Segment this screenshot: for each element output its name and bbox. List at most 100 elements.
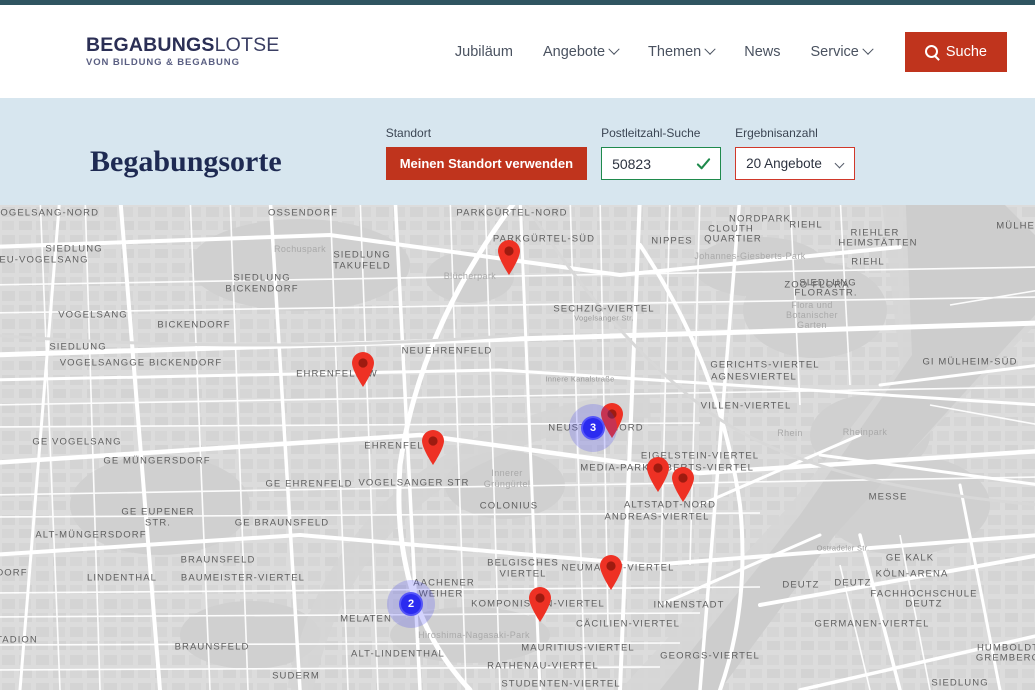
main-navigation: Jubiläum Angebote Themen News Service Su… [440,32,1007,72]
map-area-label: GEORGS-VIERTEL [660,651,760,662]
map-area-label: Rochuspark [274,244,326,254]
nav-item-label: Jubiläum [455,44,513,60]
zip-input-wrapper[interactable] [601,147,721,180]
map-area-label: Vogelsanger Str. [574,314,634,323]
marker-ehrenfeld[interactable] [420,429,446,465]
map-area-label: DEUTZ [905,599,942,610]
map-area-label: ALT-MÜNGERSDORF [35,530,146,541]
map-area-label: TAKUFELD [333,261,391,272]
map-area-label: BRAUNSFELD [175,642,250,653]
map-area-label: SIEDLUNG [333,250,390,261]
check-icon [696,156,711,171]
map-area-label: GE MÜNGERSDORF [103,456,210,467]
map-area-label: SIEDLUNG [45,244,102,255]
chevron-down-icon [608,43,619,54]
nav-item-service[interactable]: Service [796,36,887,68]
cluster-aachener-weiher[interactable]: 2 [387,580,435,628]
nav-item-jubilaeum[interactable]: Jubiläum [440,36,528,68]
map-area-label: DEUTZ [834,578,871,589]
map-area-label: MAURITIUS-VIERTEL [521,643,635,654]
map-area-label: MEDIA-PARK [580,463,649,474]
map-area-label: BICKENDORF [157,320,230,331]
location-field: Standort Meinen Standort verwenden [386,126,587,180]
map-area-label: SIEDLUNG [931,678,988,689]
zip-input[interactable] [612,156,692,172]
map-area-label: DEUTZ [782,580,819,591]
nav-item-label: Themen [648,44,701,60]
zip-field: Postleitzahl-Suche [601,126,721,180]
nav-item-label: Angebote [543,44,605,60]
map-tiles [0,205,1035,690]
map-area-label: STR. [145,518,171,529]
result-count-select[interactable]: 20 Angebote [735,147,855,180]
map-area-label: Grüngürtel [484,479,531,489]
map-area-label: QUARTIER [704,234,762,245]
site-header: BEGABUNGSLOTSE VON BILDUNG & BEGABUNG Ju… [0,5,1035,98]
cluster-count-label: 3 [581,416,605,440]
map-area-label: SUDERM [272,671,320,682]
cluster-neustadt-nord[interactable]: 3 [569,404,617,452]
map-area-label: BELGISCHES [487,558,559,569]
map-area-label: STUDENTEN-VIERTEL [501,679,620,690]
map-area-label: ANDREAS-VIERTEL [604,512,709,523]
map-area-label: GE EHRENFELD [265,479,352,490]
map-area-label: VILLEN-VIERTEL [701,401,792,412]
map-area-label: VOGELSANG [58,310,128,321]
map-area-label: GREMBERG [976,653,1035,664]
map-area-label: Innerer [491,468,522,478]
map-area-label: DORF [0,568,28,579]
map-area-label: BICKENDORF [225,284,298,295]
map-area-label: COLONIUS [480,501,538,512]
map-area-label: NEU-VOGELSANG [0,255,89,266]
map-area-label: CÄCILIEN-VIERTEL [576,619,680,630]
map-area-label: GE EUPENER [121,507,194,518]
map-area-label: Rhein [777,428,803,438]
marker-neumarkt-viertel[interactable] [598,554,624,590]
map-area-label: VOGELSANGGE BICKENDORF [60,358,223,369]
map-area-label: VOGELSANG-NORD [0,208,99,219]
map-area-label: Garten [797,320,827,330]
zip-field-label: Postleitzahl-Suche [601,126,721,140]
map-area-label: Ostradeler Str. [817,544,870,553]
map-area-label: ALT-LINDENTHAL [351,649,445,660]
chevron-down-icon [835,159,845,169]
map-area-label: VOGELSANGER STR [359,478,470,489]
marker-uniberts-viertel[interactable] [645,456,671,492]
map-area-label: HEIMSTÄTTEN [838,238,917,249]
map-area-label: BAUMEISTER-VIERTEL [181,573,305,584]
map-area-label: Blücherpark [444,271,496,281]
map-area-label: VIERTEL [499,569,546,580]
filter-bar: Begabungsorte Standort Meinen Standort v… [0,98,1035,205]
map-area-label: GE KALK [886,553,934,564]
nav-item-label: News [744,44,780,60]
map-area-label: SIEDLUNG [49,342,106,353]
map-area-label: BRAUNSFELD [181,555,256,566]
marker-ehrenfeld-west[interactable] [350,351,376,387]
map-area-label: GE VOGELSANG [32,437,121,448]
map-area-label: GERICHTS-VIERTEL [710,360,819,371]
result-count-field: Ergebnisanzahl 20 Angebote [735,126,855,180]
map-area-label: RIEHL [851,257,884,268]
use-my-location-button[interactable]: Meinen Standort verwenden [386,147,587,180]
map-viewport[interactable]: VOGELSANG-NORDOSSENDORFPARKGÜRTEL-NORDNO… [0,205,1035,690]
marker-parkguertel[interactable] [496,239,522,275]
marker-komponisten-viertel[interactable] [527,586,553,622]
marker-altstadt-nord[interactable] [670,466,696,502]
logo-tagline: VON BILDUNG & BEGABUNG [86,58,280,68]
nav-item-themen[interactable]: Themen [633,36,729,68]
map-area-label: NEUEHRENFELD [402,346,493,357]
map-area-label: Flora und [791,300,833,310]
location-field-label: Standort [386,126,587,140]
nav-item-news[interactable]: News [729,36,795,68]
logo-wordmark-bold: BEGABUNGS [86,34,215,56]
result-count-value: 20 Angebote [746,156,822,171]
map-area-label: NIPPES [651,236,692,247]
search-button[interactable]: Suche [905,32,1007,72]
logo-wordmark: BEGABUNGSLOTSE [86,36,280,56]
map-area-label: PARKGÜRTEL-NORD [456,208,567,219]
map-area-label: KÖLN-ARENA [876,569,949,580]
site-logo[interactable]: BEGABUNGSLOTSE VON BILDUNG & BEGABUNG [86,36,280,68]
nav-item-angebote[interactable]: Angebote [528,36,633,68]
map-area-label: MÜLHEIM [996,221,1035,232]
map-area-label: MESSE [869,492,908,503]
